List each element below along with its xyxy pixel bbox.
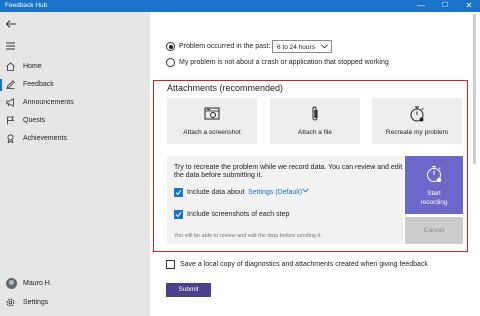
include-data-checkbox[interactable] (174, 188, 183, 197)
attachments-title: Attachments (recommended) (167, 83, 284, 93)
achievements-icon (6, 134, 15, 144)
screenshot-icon (204, 105, 220, 123)
time-range-dropdown[interactable]: 6 to 24 hours (272, 40, 332, 53)
sidebar-item-announcements[interactable]: Announcements (0, 94, 150, 112)
sidebar-item-label: Quests (23, 117, 46, 124)
scrollbar[interactable] (473, 12, 477, 316)
not-crash-radio[interactable] (166, 58, 175, 67)
sidebar-item-label: Home (23, 63, 42, 70)
include-data-label: Include data about (187, 189, 245, 196)
home-icon (6, 62, 15, 71)
stopwatch-icon (425, 164, 443, 184)
time-range-value: 6 to 24 hours (277, 43, 315, 51)
save-local-copy-checkbox[interactable] (166, 260, 175, 269)
user-name[interactable]: Mauro H. (23, 280, 52, 287)
hamburger-menu-icon[interactable] (6, 42, 15, 50)
gear-icon (6, 298, 15, 307)
chevron-down-icon[interactable] (302, 188, 309, 195)
sidebar-item-label: Achievements (23, 135, 67, 142)
sidebar-item-feedback[interactable]: Feedback (0, 76, 150, 94)
attach-screenshot-tile[interactable]: Attach a screenshot (167, 98, 257, 144)
start-recording-label: Start recording (405, 189, 463, 207)
sidebar-item-label: Feedback (23, 81, 54, 88)
stopwatch-icon (409, 105, 425, 123)
save-local-copy-label: Save a local copy of diagnostics and att… (180, 261, 428, 268)
problem-occurred-label: Problem occurred in the past: (179, 43, 271, 50)
feedback-icon (6, 80, 15, 90)
not-crash-label: My problem is not about a crash or appli… (179, 59, 389, 66)
paperclip-icon (307, 105, 323, 123)
sidebar-item-quests[interactable]: Quests (0, 112, 150, 130)
instructions-line-2: the data before submitting it. (174, 172, 263, 179)
recreate-problem-tile[interactable]: Recreate my problem (372, 98, 462, 144)
include-screenshots-label: Include screenshots of each step (187, 211, 290, 218)
sidebar: Home Feedback Announcements Quests Achie… (0, 12, 150, 316)
window-title: Feedback Hub (5, 2, 48, 9)
minimize-button[interactable]: — (410, 0, 432, 12)
avatar[interactable] (6, 278, 17, 289)
sidebar-item-achievements[interactable]: Achievements (0, 130, 150, 148)
announcements-icon (6, 98, 15, 107)
start-label-line-2: recording (420, 199, 448, 206)
cancel-button[interactable]: Cancel (405, 217, 463, 244)
submit-button[interactable]: Submit (166, 283, 211, 297)
close-button[interactable]: ✕ (458, 0, 480, 12)
sidebar-item-label: Settings (23, 299, 49, 306)
scrollbar-thumb[interactable] (473, 14, 476, 164)
start-recording-button[interactable]: Start recording (405, 156, 463, 214)
instructions-line-1: Try to recreate the problem while we rec… (174, 164, 403, 171)
sidebar-item-home[interactable]: Home (0, 58, 150, 76)
chevron-down-icon (321, 44, 328, 49)
back-arrow-icon[interactable] (5, 19, 17, 29)
sidebar-item-settings[interactable]: Settings (0, 294, 150, 312)
attach-file-label: Attach a file (298, 129, 332, 136)
include-data-dropdown[interactable]: Settings (Default) (248, 189, 302, 196)
start-label-line-1: Start (427, 190, 441, 197)
attach-screenshot-label: Attach a screenshot (183, 129, 241, 136)
sidebar-item-label: Announcements (23, 99, 74, 106)
review-note: You will be able to review and edit the … (174, 233, 322, 239)
attach-file-tile[interactable]: Attach a file (270, 98, 360, 144)
include-screenshots-checkbox[interactable] (174, 210, 183, 219)
maximize-button[interactable]: ☐ (434, 0, 456, 12)
problem-occurred-radio[interactable] (166, 42, 175, 51)
recreate-problem-label: Recreate my problem (385, 129, 449, 136)
quests-icon (6, 116, 15, 125)
title-bar: Feedback Hub — ☐ ✕ (0, 0, 480, 12)
